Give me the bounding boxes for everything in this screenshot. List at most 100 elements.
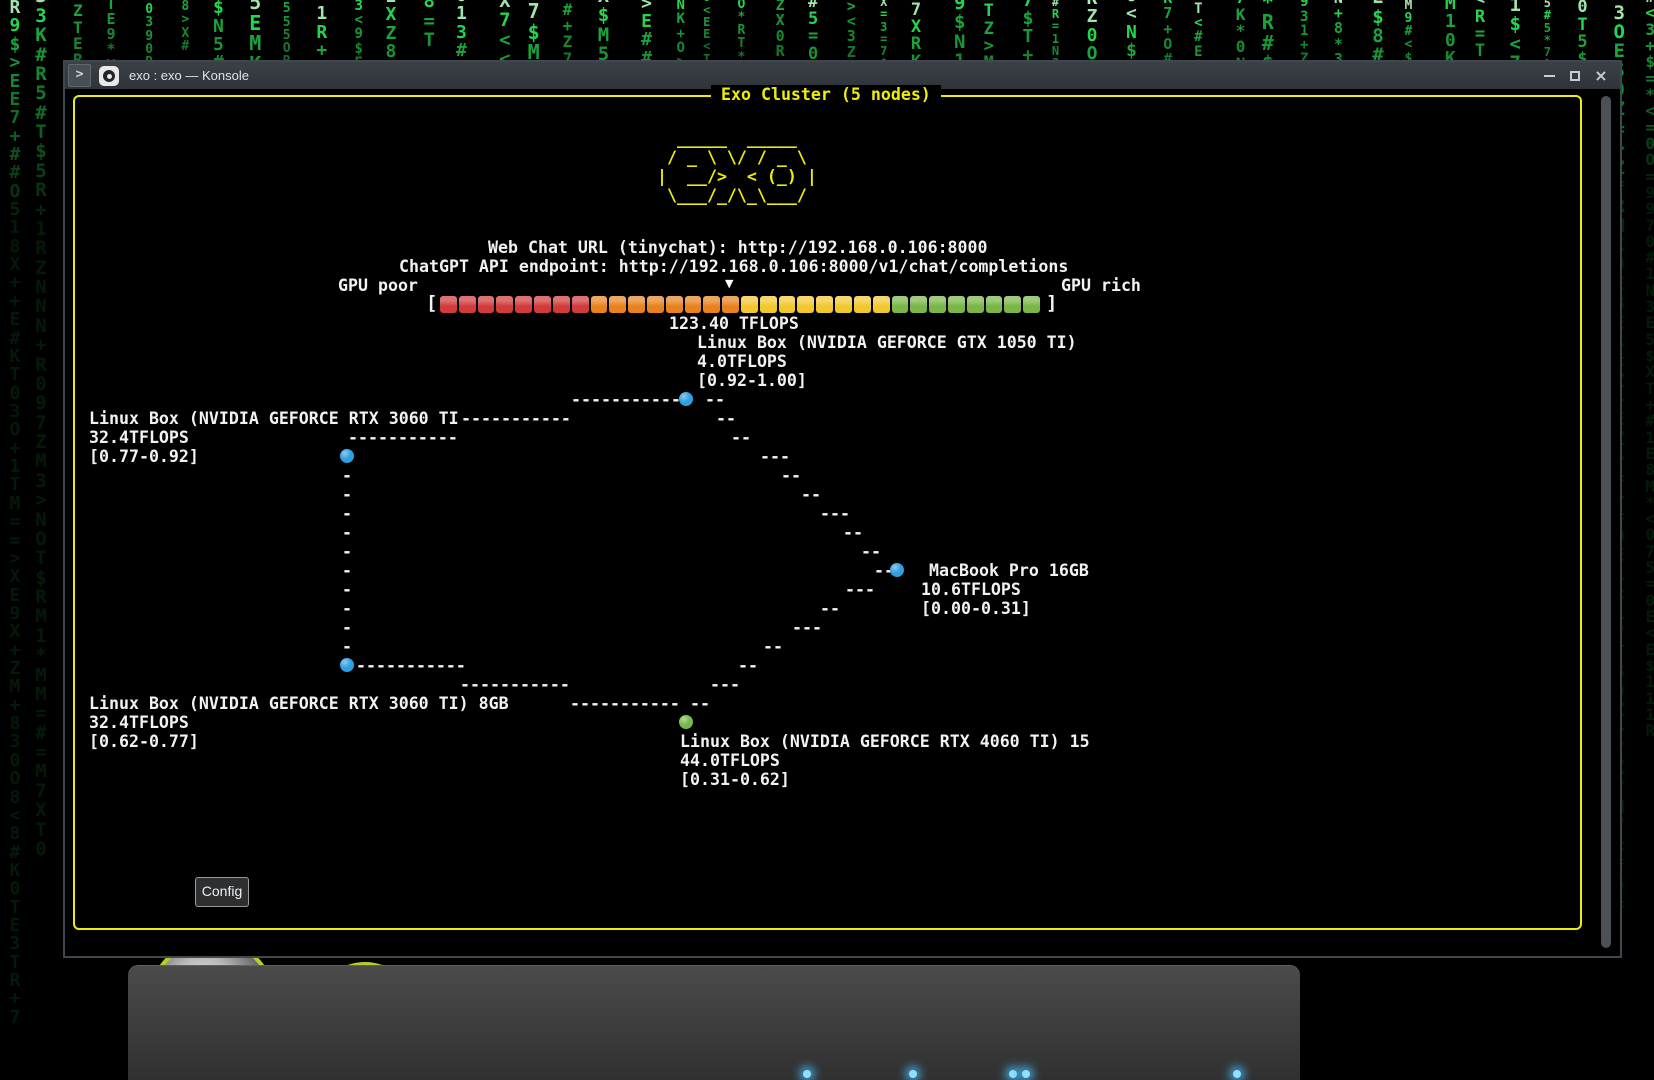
gauge-square bbox=[892, 296, 909, 313]
running-indicator-dot bbox=[1233, 1070, 1241, 1078]
api-endpoint: ChatGPT API endpoint: http://192.168.0.1… bbox=[399, 257, 1068, 276]
gauge-square bbox=[496, 296, 513, 313]
exo-cluster-title: Exo Cluster (5 nodes) bbox=[711, 85, 941, 104]
gauge-open-bracket: [ bbox=[426, 293, 437, 314]
matrix-column: 7#<3+$=*<=0O=9970#1N3E5$XT+#1E8M*<075=0E… bbox=[1645, 0, 1654, 740]
link-dash: -- bbox=[820, 599, 840, 618]
gauge-square bbox=[685, 296, 702, 313]
link-dash: -- bbox=[801, 485, 821, 504]
link-dash: - bbox=[342, 561, 352, 580]
link-dash: - bbox=[342, 523, 352, 542]
gpu-rich-label: GPU rich bbox=[1061, 276, 1141, 295]
link-dash: -- bbox=[861, 542, 881, 561]
node-label-rtx-3060-ti: [0.77-0.92] bbox=[89, 447, 199, 466]
gauge-square bbox=[967, 296, 984, 313]
running-indicator-dot bbox=[1009, 1070, 1017, 1078]
gauge-square bbox=[478, 296, 495, 313]
link-dash: --- bbox=[792, 618, 822, 637]
link-dash: ----------- bbox=[571, 390, 681, 409]
node-label-rtx-3060-ti-8gb: Linux Box (NVIDIA GEFORCE RTX 3060 TI) 8… bbox=[89, 694, 509, 713]
node-dot-rtx-4060-ti bbox=[679, 715, 693, 729]
gauge-square bbox=[703, 296, 720, 313]
matrix-column: KR9$>EE7+##O518X++E#KT03O+1TM==>XE9X+ZM+… bbox=[9, 0, 20, 1027]
gauge-square bbox=[854, 296, 871, 313]
link-dash: - bbox=[342, 599, 352, 618]
titlebar-chevron-icon[interactable]: > bbox=[68, 64, 91, 87]
link-dash: ----------- bbox=[461, 409, 571, 428]
matrix-column: E3E><3Z bbox=[847, 0, 856, 60]
node-label-rtx-4060-ti: Linux Box (NVIDIA GEFORCE RTX 4060 TI) 1… bbox=[680, 732, 1090, 751]
running-indicator-dot bbox=[803, 1070, 811, 1078]
node-label-rtx-3060-ti-8gb: 32.4TFLOPS bbox=[89, 713, 189, 732]
gauge-square bbox=[948, 296, 965, 313]
node-label-macbook-pro: MacBook Pro 16GB bbox=[929, 561, 1089, 580]
config-button[interactable]: Config bbox=[195, 877, 249, 907]
node-label-gtx-1050-ti: [0.92-1.00] bbox=[697, 371, 807, 390]
gpu-poor-label: GPU poor bbox=[338, 276, 418, 295]
link-dash: -- bbox=[738, 656, 758, 675]
link-dash: - bbox=[342, 637, 352, 656]
link-dash: - bbox=[342, 466, 352, 485]
gauge-square bbox=[1023, 296, 1040, 313]
node-label-rtx-4060-ti: [0.31-0.62] bbox=[680, 770, 790, 789]
gauge-square bbox=[910, 296, 927, 313]
minimize-button[interactable] bbox=[1538, 66, 1560, 86]
link-dash: - bbox=[342, 485, 352, 504]
gauge-square bbox=[816, 296, 833, 313]
link-dash: -- bbox=[731, 428, 751, 447]
link-dash: - bbox=[342, 580, 352, 599]
konsole-app-icon bbox=[99, 66, 119, 86]
link-dash: --- bbox=[845, 580, 875, 599]
link-dash: -- bbox=[763, 637, 783, 656]
matrix-column: T33K#R5#T$5R+1RZNNN+R097ZM3>NOT$RM1*MM=#… bbox=[35, 0, 46, 859]
gauge-close-bracket: ] bbox=[1046, 293, 1057, 314]
link-dash: --- bbox=[710, 675, 740, 694]
matrix-column: 9$8555OR bbox=[283, 0, 291, 69]
gauge-square bbox=[591, 296, 608, 313]
gauge-marker-icon: ▼ bbox=[725, 277, 733, 291]
gauge-square bbox=[440, 296, 457, 313]
link-dash: -- bbox=[716, 409, 736, 428]
link-dash: -- bbox=[690, 694, 710, 713]
desktop: KR9$>EE7+##O518X++E#KT03O+1TM==>XE9X+ZM+… bbox=[0, 0, 1654, 1080]
node-label-macbook-pro: 10.6TFLOPS bbox=[921, 580, 1021, 599]
gauge-square bbox=[760, 296, 777, 313]
node-label-gtx-1050-ti: Linux Box (NVIDIA GEFORCE GTX 1050 TI) bbox=[697, 333, 1077, 352]
matrix-column: M#*8>X# bbox=[181, 0, 189, 53]
gauge-square bbox=[553, 296, 570, 313]
matrix-column: NN+8*3 bbox=[1334, 0, 1343, 67]
link-dash: - bbox=[342, 504, 352, 523]
matrix-column: 9<8=T bbox=[423, 0, 434, 50]
exo-ascii-logo: _____ _____ / _ \ \/ / _ \ | __/> < (_) … bbox=[657, 129, 817, 205]
link-dash: -- bbox=[781, 466, 801, 485]
node-dot-rtx-3060-ti-8gb bbox=[340, 658, 354, 672]
link-dash: ----------- bbox=[460, 675, 570, 694]
node-dot-macbook-pro bbox=[890, 563, 904, 577]
link-dash: ----------- bbox=[356, 656, 466, 675]
link-dash: ----------- bbox=[570, 694, 680, 713]
minimize-icon bbox=[1544, 75, 1555, 77]
gauge-square bbox=[779, 296, 796, 313]
dock-panel bbox=[128, 965, 1300, 1080]
gauge-square bbox=[628, 296, 645, 313]
link-dash: --- bbox=[820, 504, 850, 523]
maximize-button[interactable] bbox=[1564, 66, 1586, 86]
gauge-square bbox=[929, 296, 946, 313]
node-dot-rtx-3060-ti bbox=[340, 449, 354, 463]
node-label-gtx-1050-ti: 4.0TFLOPS bbox=[697, 352, 787, 371]
link-dash: - bbox=[342, 542, 352, 561]
gauge-square bbox=[534, 296, 551, 313]
close-button[interactable]: × bbox=[1590, 66, 1612, 86]
terminal-scrollbar[interactable] bbox=[1601, 96, 1611, 948]
gpu-gauge-bar bbox=[440, 296, 1040, 313]
link-dash: -- bbox=[705, 390, 725, 409]
gauge-square bbox=[666, 296, 683, 313]
gauge-square bbox=[459, 296, 476, 313]
node-label-rtx-3060-ti: 32.4TFLOPS bbox=[89, 428, 189, 447]
link-dash: - bbox=[342, 618, 352, 637]
node-label-rtx-3060-ti-8gb: [0.62-0.77] bbox=[89, 732, 199, 751]
gauge-square bbox=[647, 296, 664, 313]
node-label-macbook-pro: [0.00-0.31] bbox=[921, 599, 1031, 618]
gauge-square bbox=[835, 296, 852, 313]
link-dash: ----------- bbox=[348, 428, 458, 447]
